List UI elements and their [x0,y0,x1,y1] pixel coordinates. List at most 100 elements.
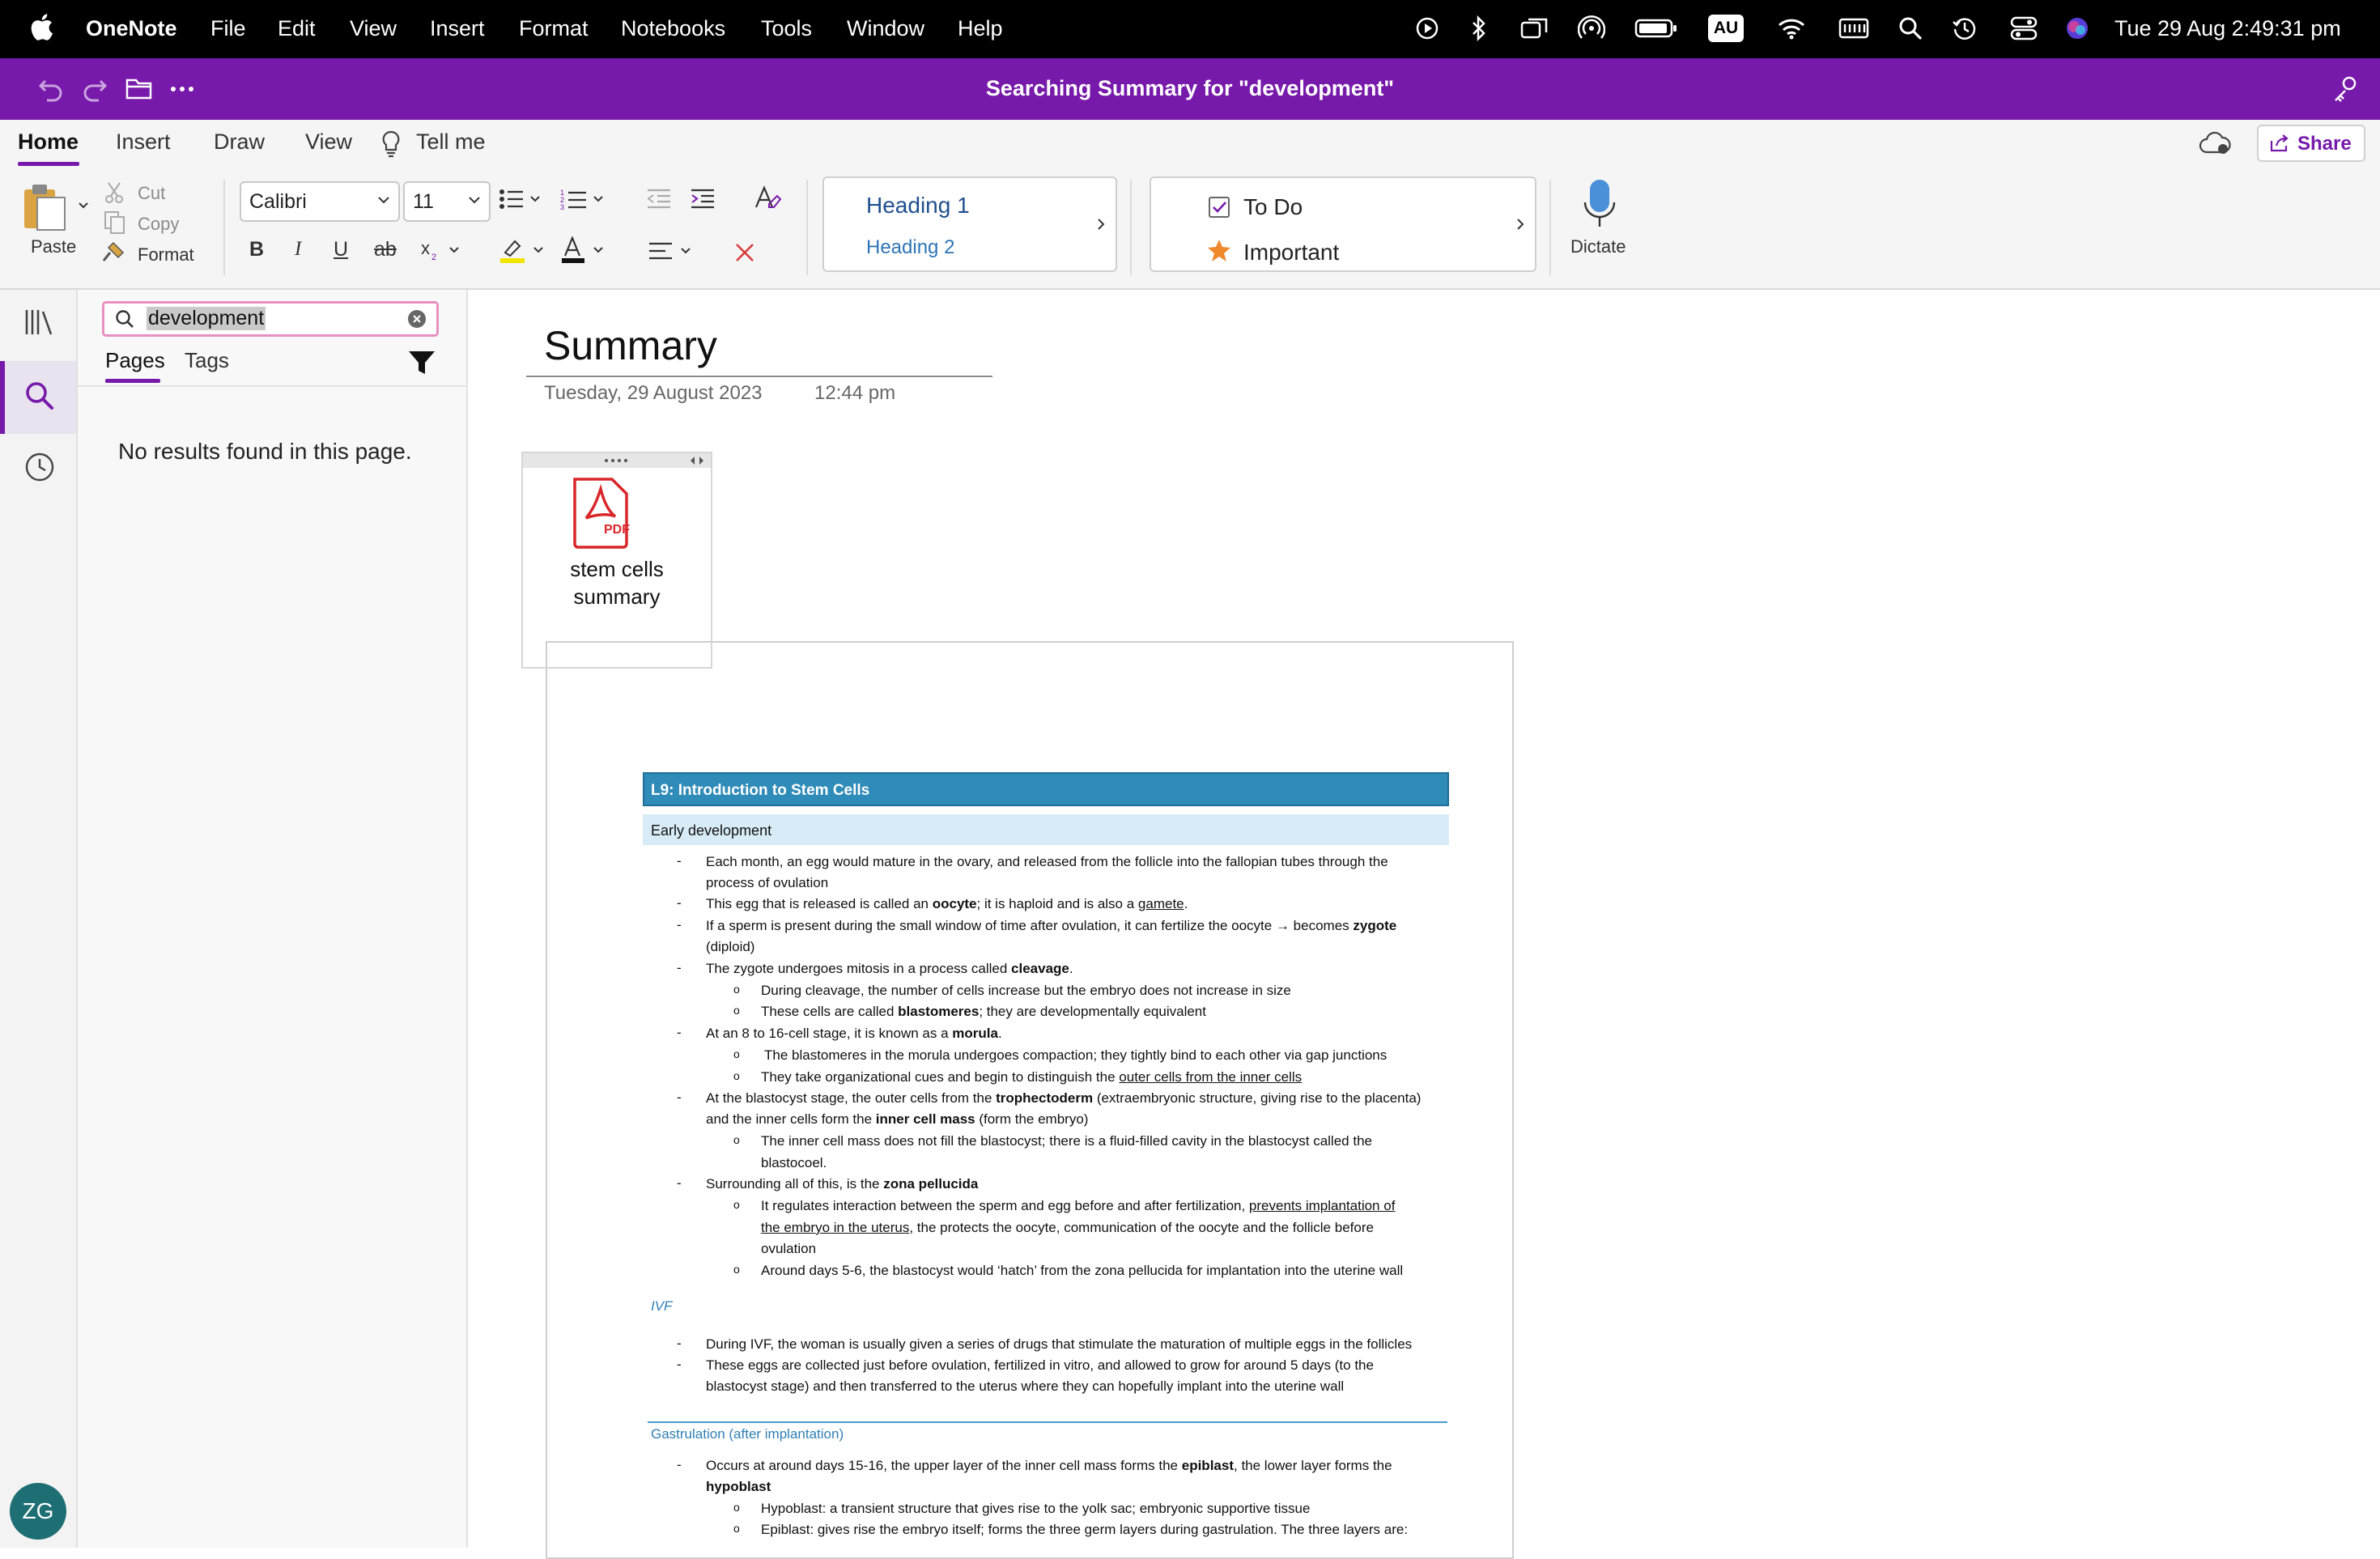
checkbox-icon [1209,197,1230,218]
filter-icon[interactable] [408,350,436,380]
airdrop-icon[interactable] [1577,13,1606,44]
battery-icon[interactable] [1634,13,1679,44]
resize-handle-icon[interactable] [688,456,706,465]
search-icon[interactable] [24,380,55,415]
tab-home[interactable]: Home [18,130,79,155]
search-tab-tags[interactable]: Tags [185,348,229,373]
chevron-right-icon[interactable] [1515,217,1525,232]
sync-status-icon[interactable] [2199,131,2231,161]
paste-dropdown-icon[interactable] [78,199,89,214]
font-size-select[interactable]: 11 [403,181,491,222]
search-tab-pages[interactable]: Pages [105,348,165,373]
dictate-label[interactable]: Dictate [1570,236,1626,257]
copy-label[interactable]: Copy [138,214,179,235]
notebooks-icon[interactable] [24,308,55,341]
cut-label[interactable]: Cut [138,183,165,204]
menu-help[interactable]: Help [958,15,1003,42]
tag-important[interactable]: Important [1243,240,1339,265]
menu-edit[interactable]: Edit [278,15,316,42]
menu-view[interactable]: View [350,15,397,42]
tags-gallery[interactable]: To Do Important [1150,176,1536,272]
highlighter-icon[interactable] [499,236,547,268]
subscript-icon[interactable]: x2 [419,238,465,266]
control-center-icon[interactable] [2009,13,2038,44]
bold-icon[interactable]: B [249,238,264,261]
style-heading-1[interactable]: Heading 1 [866,193,970,219]
page-title[interactable]: Summary [544,322,717,369]
doc-line: Surrounding all of this, is the zona pel… [706,1176,979,1192]
clear-formatting-icon[interactable] [753,185,782,216]
menu-app-name[interactable]: OneNote [86,15,177,42]
pdf-badge: PDF [604,523,630,537]
decrease-indent-icon[interactable] [646,188,672,215]
sub-bullet: o [733,1522,740,1535]
format-painter-label[interactable]: Format [138,244,194,265]
screen-mirror-icon[interactable] [1519,13,1551,44]
style-heading-2[interactable]: Heading 2 [866,236,954,259]
doc-section-banner: Early development [643,814,1449,845]
search-query: development [147,307,266,330]
account-settings-icon[interactable] [2331,74,2361,108]
menu-insert[interactable]: Insert [430,15,485,42]
attachment-handle-bar[interactable] [523,453,711,468]
increase-indent-icon[interactable] [690,188,716,215]
tab-draw[interactable]: Draw [214,130,265,155]
chevron-down-icon [378,197,389,204]
pdf-attachment[interactable]: PDF stem cells summary [521,452,712,669]
title-bar: Searching Summary for "development" [0,58,2380,120]
apple-icon[interactable] [29,11,53,42]
font-family-select[interactable]: Calibri [240,181,400,222]
format-painter-icon[interactable] [102,240,128,268]
input-source-badge[interactable]: AU [1708,15,1744,42]
italic-icon[interactable]: I [295,238,301,261]
avatar[interactable]: ZG [10,1483,66,1540]
paste-label[interactable]: Paste [31,236,76,257]
menu-clock[interactable]: Tue 29 Aug 2:49:31 pm [2114,15,2341,42]
doc-line: (diploid) [706,939,755,954]
microphone-icon[interactable] [1582,178,1617,236]
menu-file[interactable]: File [210,15,246,42]
bullet-list-icon[interactable] [499,188,542,215]
cut-icon[interactable] [104,181,125,208]
menu-format[interactable]: Format [519,15,589,42]
svg-text:x: x [421,238,430,258]
bluetooth-icon[interactable] [1468,13,1490,44]
font-color-icon[interactable] [560,236,609,268]
doc-line: Epiblast: gives rise the embryo itself; … [761,1522,1409,1537]
styles-gallery[interactable]: Heading 1 Heading 2 [822,176,1117,272]
drag-handle-icon[interactable] [604,458,628,463]
menu-tools[interactable]: Tools [761,15,812,42]
tag-to-do[interactable]: To Do [1243,194,1303,220]
time-machine-icon[interactable] [1951,13,1978,44]
page-title-underline [526,376,992,377]
clear-search-icon[interactable] [407,309,427,329]
underline-icon[interactable]: U [334,238,348,261]
tab-view[interactable]: View [305,130,352,155]
siri-icon[interactable] [2064,13,2090,44]
doc-line: process of ovulation [706,875,829,890]
ribbon-separator [1130,180,1132,275]
doc-line: At the blastocyst stage, the outer cells… [706,1090,1422,1106]
bullet-dash: - [677,917,682,932]
wifi-icon[interactable] [1776,13,1807,44]
copy-icon[interactable] [104,210,126,239]
tell-me-search[interactable]: Tell me [416,130,486,155]
numbered-list-icon[interactable]: 123 [560,188,607,216]
menu-window[interactable]: Window [847,15,924,42]
keyboard-icon[interactable] [1838,13,1870,44]
search-input[interactable]: development [102,301,439,337]
tab-insert[interactable]: Insert [116,130,171,155]
delete-icon[interactable] [733,241,756,268]
paste-icon[interactable] [21,181,70,237]
share-button[interactable]: Share [2257,125,2365,162]
menu-notebooks[interactable]: Notebooks [621,15,725,42]
align-icon[interactable] [648,241,698,266]
doc-line: They take organizational cues and begin … [761,1069,1303,1085]
spotlight-search-icon[interactable] [1898,13,1923,44]
chevron-right-icon[interactable] [1096,217,1106,232]
strikethrough-icon[interactable]: ab [374,238,397,261]
sub-bullet: o [733,1047,740,1060]
recent-notes-icon[interactable] [24,452,55,486]
play-icon[interactable] [1413,13,1441,44]
ribbon-separator [806,180,808,275]
